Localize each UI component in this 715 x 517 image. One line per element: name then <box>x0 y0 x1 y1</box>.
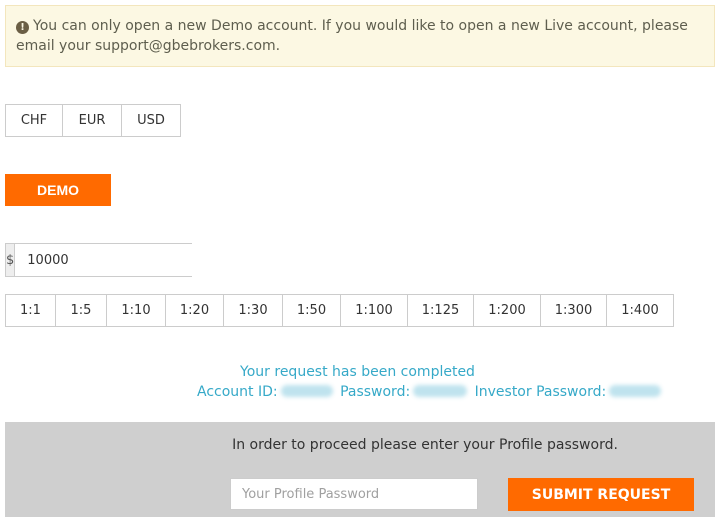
account-id-label: Account ID: <box>197 384 278 400</box>
leverage-option[interactable]: 1:125 <box>407 294 474 327</box>
notice-banner: ! You can only open a new Demo account. I… <box>5 5 715 67</box>
leverage-selector: 1:1 1:5 1:10 1:20 1:30 1:50 1:100 1:125 … <box>5 294 674 327</box>
submit-request-button[interactable]: SUBMIT REQUEST <box>508 478 694 511</box>
result-title: Your request has been completed <box>240 364 475 380</box>
currency-symbol-addon: $ <box>6 244 16 276</box>
currency-option-eur[interactable]: EUR <box>62 104 122 137</box>
account-id-value-redacted <box>280 385 333 397</box>
leverage-option[interactable]: 1:30 <box>223 294 283 327</box>
investor-password-value-redacted <box>609 385 662 397</box>
currency-option-chf[interactable]: CHF <box>5 104 63 137</box>
leverage-option[interactable]: 1:50 <box>282 294 341 327</box>
open-account-page: ! You can only open a new Demo account. I… <box>0 0 715 517</box>
password-value-redacted <box>413 385 468 397</box>
profile-password-panel: In order to proceed please enter your Pr… <box>5 422 715 517</box>
leverage-option[interactable]: 1:200 <box>473 294 541 327</box>
deposit-amount-field: $ <box>5 243 198 277</box>
investor-password-label: Investor Password: <box>474 384 607 400</box>
exclamation-circle-icon: ! <box>16 21 29 34</box>
leverage-option[interactable]: 1:400 <box>606 294 674 327</box>
leverage-option[interactable]: 1:20 <box>165 294 224 327</box>
account-credentials: Account ID: Password: Investor Password: <box>197 382 664 402</box>
currency-selector: CHF EUR USD <box>5 104 181 137</box>
profile-password-input[interactable] <box>230 478 478 510</box>
leverage-option[interactable]: 1:100 <box>340 294 408 327</box>
profile-password-prompt: In order to proceed please enter your Pr… <box>232 437 618 453</box>
deposit-amount-input[interactable] <box>15 244 198 276</box>
leverage-option[interactable]: 1:300 <box>540 294 607 327</box>
demo-account-button[interactable]: DEMO <box>5 174 111 206</box>
leverage-option[interactable]: 1:10 <box>106 294 166 327</box>
leverage-option[interactable]: 1:1 <box>5 294 56 327</box>
notice-text: You can only open a new Demo account. If… <box>16 18 688 54</box>
leverage-option[interactable]: 1:5 <box>55 294 107 327</box>
password-label: Password: <box>340 384 411 400</box>
currency-option-usd[interactable]: USD <box>121 104 181 137</box>
